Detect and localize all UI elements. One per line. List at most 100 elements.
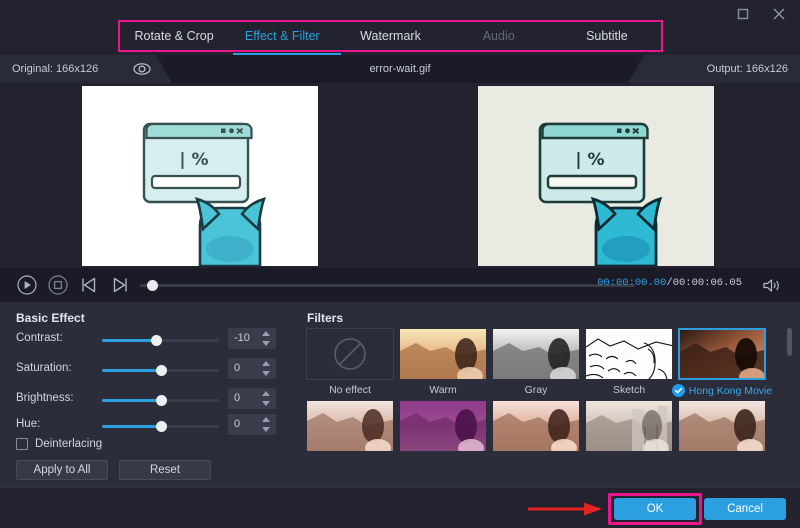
filter-thumbnail[interactable] <box>399 400 487 452</box>
stepper-up-icon[interactable] <box>262 361 270 366</box>
tab-audio[interactable]: Audio <box>445 22 553 50</box>
filters-title: Filters <box>307 311 343 325</box>
filter-thumbnail[interactable] <box>399 328 487 380</box>
hue-slider-handle[interactable] <box>156 421 167 432</box>
filter-thumbnail[interactable] <box>585 400 673 452</box>
deinterlacing-checkbox[interactable]: Deinterlacing <box>16 438 102 450</box>
saturation-slider[interactable] <box>102 369 219 372</box>
filter-thumbnail[interactable] <box>678 400 766 452</box>
filter-thumbnail[interactable] <box>492 400 580 452</box>
saturation-value: 0 <box>234 358 240 379</box>
annotation-arrow-icon <box>528 501 604 517</box>
brightness-stepper[interactable]: 0 <box>228 388 276 409</box>
saturation-slider-handle[interactable] <box>156 365 167 376</box>
filter-selected-label-group: Hong Kong Movie <box>678 384 766 397</box>
brightness-label: Brightness: <box>16 392 74 404</box>
contrast-row: Contrast: -10 <box>0 329 290 351</box>
stepper-up-icon[interactable] <box>262 417 270 422</box>
filter-item-warm[interactable]: Warm <box>399 328 487 396</box>
stop-icon[interactable] <box>47 274 69 296</box>
stepper-down-icon[interactable] <box>262 401 270 406</box>
brightness-slider[interactable] <box>102 399 219 402</box>
volume-icon[interactable] <box>762 277 782 294</box>
contrast-value: -10 <box>234 328 250 349</box>
filter-item-no-effect[interactable]: No effect <box>306 328 394 396</box>
previous-frame-icon[interactable] <box>78 274 100 296</box>
stepper-down-icon[interactable] <box>262 427 270 432</box>
checkbox-icon[interactable] <box>16 438 28 450</box>
seek-slider[interactable] <box>140 284 635 287</box>
video-editor-effect-filter-dialog: Rotate & Crop Effect & Filter Watermark … <box>0 0 800 528</box>
saturation-row: Saturation: 0 <box>0 359 290 381</box>
filter-item-city[interactable] <box>585 400 673 456</box>
contrast-slider-handle[interactable] <box>151 335 162 346</box>
close-button[interactable] <box>766 2 792 26</box>
seek-handle[interactable] <box>147 280 158 291</box>
filter-thumbnail[interactable] <box>306 400 394 452</box>
svg-text:| %: | % <box>179 150 208 170</box>
preview-area: | % | % <box>0 83 800 268</box>
stepper-up-icon[interactable] <box>262 391 270 396</box>
output-preview: | % <box>478 86 714 266</box>
filters-grid: No effect Warm <box>306 328 766 480</box>
filter-thumbnail[interactable] <box>678 328 766 380</box>
hue-slider[interactable] <box>102 425 219 428</box>
hue-label: Hue: <box>16 418 40 430</box>
tab-subtitle[interactable]: Subtitle <box>553 22 661 50</box>
stepper-down-icon[interactable] <box>262 341 270 346</box>
check-icon <box>672 384 685 397</box>
next-frame-icon[interactable] <box>109 274 131 296</box>
filter-item-soft[interactable] <box>678 400 766 456</box>
filter-item-sketch[interactable]: Sketch <box>585 328 673 396</box>
filter-item-rose[interactable] <box>492 400 580 456</box>
filter-preview-image <box>307 401 394 452</box>
filter-item-gray[interactable]: Gray <box>492 328 580 396</box>
hue-value: 0 <box>234 414 240 435</box>
filter-item-hong-kong-movie[interactable]: Hong Kong Movie <box>678 328 766 397</box>
apply-to-all-button[interactable]: Apply to All <box>16 460 108 480</box>
effects-panel-container: Basic Effect Contrast: -10 Saturation: <box>0 302 800 487</box>
tab-watermark[interactable]: Watermark <box>336 22 444 50</box>
no-effect-icon <box>330 334 370 374</box>
contrast-stepper-arrows[interactable] <box>262 331 271 346</box>
loading-cat-illustration: | % <box>82 86 318 266</box>
maximize-button[interactable] <box>730 2 756 26</box>
original-size-label: Original: 166x126 <box>12 55 98 83</box>
play-icon[interactable] <box>16 274 38 296</box>
filter-label: Sketch <box>585 384 673 396</box>
eye-icon[interactable] <box>132 60 152 78</box>
tab-rotate-crop[interactable]: Rotate & Crop <box>120 22 228 50</box>
filters-scrollbar[interactable] <box>787 328 792 478</box>
hue-row: Hue: 0 <box>0 415 290 437</box>
total-time: 00:00:06.05 <box>673 277 742 289</box>
filter-label: Warm <box>399 384 487 396</box>
reset-button[interactable]: Reset <box>119 460 211 480</box>
player-bar: 00:00:00.00/00:00:06.05 <box>0 268 800 302</box>
filter-item-purple[interactable] <box>399 400 487 456</box>
filter-preview-image <box>586 401 673 452</box>
stepper-up-icon[interactable] <box>262 331 270 336</box>
brightness-stepper-arrows[interactable] <box>262 391 271 406</box>
hue-stepper[interactable]: 0 <box>228 414 276 435</box>
filter-item-pale[interactable] <box>306 400 394 456</box>
brightness-slider-handle[interactable] <box>156 395 167 406</box>
saturation-stepper-arrows[interactable] <box>262 361 271 376</box>
basic-effect-title: Basic Effect <box>16 311 85 325</box>
stepper-down-icon[interactable] <box>262 371 270 376</box>
filter-thumbnail[interactable] <box>585 328 673 380</box>
filter-label: Hong Kong Movie <box>689 385 772 397</box>
contrast-slider[interactable] <box>102 339 219 342</box>
cancel-button[interactable]: Cancel <box>704 498 786 520</box>
time-display: 00:00:00.00/00:00:06.05 <box>597 277 742 289</box>
filter-thumbnail[interactable] <box>306 328 394 380</box>
saturation-stepper[interactable]: 0 <box>228 358 276 379</box>
filter-preview-image <box>493 401 580 452</box>
contrast-stepper[interactable]: -10 <box>228 328 276 349</box>
ok-button[interactable]: OK <box>614 498 696 520</box>
filter-label: No effect <box>306 384 394 396</box>
filters-scrollbar-thumb[interactable] <box>787 328 792 356</box>
tab-bar: Rotate & Crop Effect & Filter Watermark … <box>118 20 663 52</box>
filter-thumbnail[interactable] <box>492 328 580 380</box>
hue-stepper-arrows[interactable] <box>262 417 271 432</box>
tab-effect-filter[interactable]: Effect & Filter <box>228 22 336 50</box>
